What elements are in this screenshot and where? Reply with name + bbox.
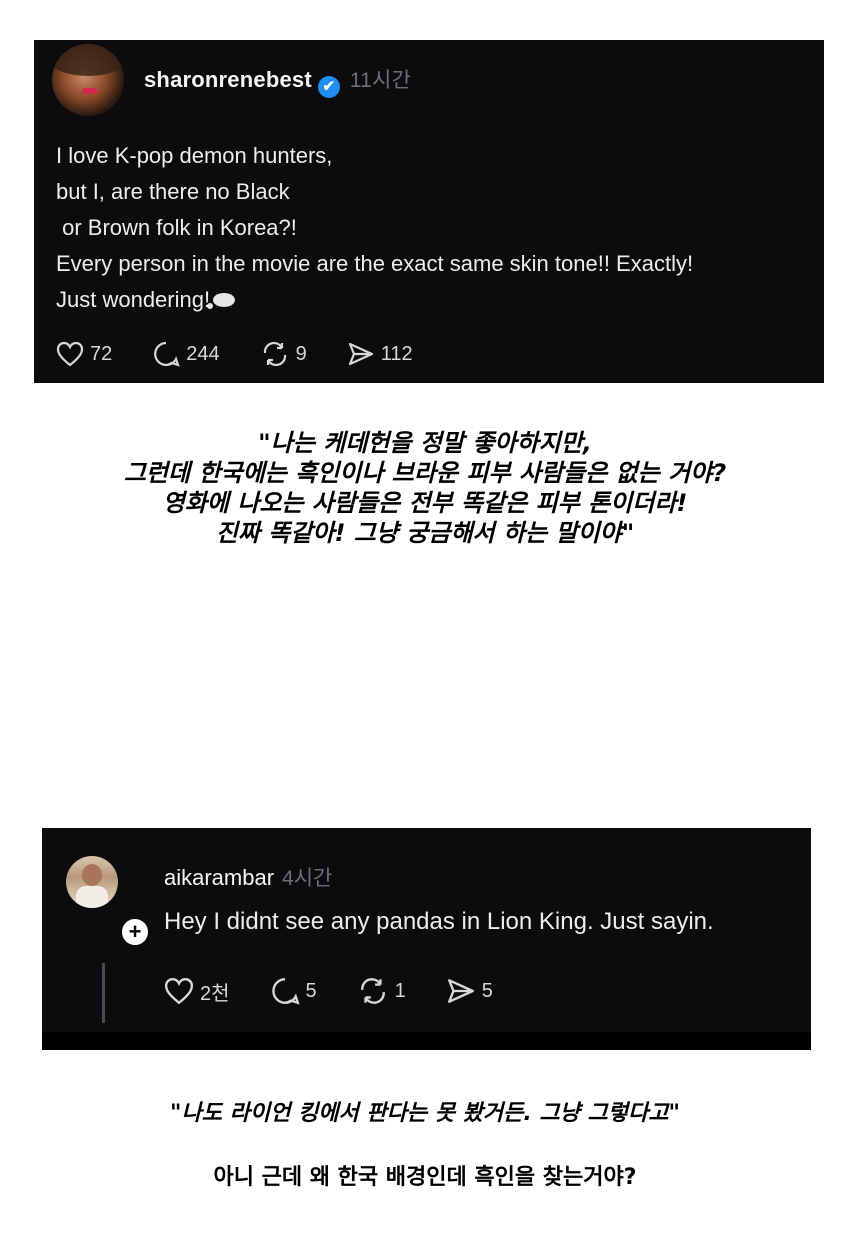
heart-icon (56, 341, 84, 367)
avatar[interactable] (66, 856, 118, 908)
caption-line: 영화에 나오는 사람들은 전부 똑같은 피부 톤이더라! (162, 489, 688, 517)
send-icon (348, 342, 373, 366)
comment-button[interactable]: 5 (270, 976, 317, 1006)
post-header: sharonrenebest ✔ 11시간 (144, 64, 411, 98)
post-line: I love K-pop demon hunters, (56, 143, 333, 168)
thought-bubble-emoji (207, 293, 236, 309)
post-line: or Brown folk in Korea?! (56, 215, 297, 240)
avatar[interactable] (52, 44, 124, 116)
caption-line: "나는 케데헌을 정말 좋아하지만, (258, 429, 592, 457)
like-button[interactable]: 72 (56, 341, 112, 367)
post-line-last: Just wondering! (56, 282, 693, 318)
comment-icon (271, 978, 300, 1005)
repost-icon (263, 341, 286, 367)
heart-icon (164, 978, 194, 1005)
repost-icon (360, 978, 385, 1004)
username[interactable]: sharonrenebest (144, 67, 312, 92)
avatar-dress (76, 886, 108, 908)
send-icon (447, 979, 474, 1003)
comment-count: 244 (186, 342, 220, 365)
thread-line (102, 963, 105, 1023)
action-bar: 2천 5 1 5 (164, 976, 533, 1006)
follow-plus-button[interactable]: + (119, 916, 151, 948)
share-button[interactable]: 5 (446, 977, 493, 1005)
avatar-lips (82, 88, 98, 94)
comment-icon (154, 341, 180, 367)
post-card-aikarambar: + aikarambar 4시간 Hey I didnt see any pand… (42, 828, 811, 1050)
translation-caption: "나는 케데헌을 정말 좋아하지만, 그런데 한국에는 흑인이나 브라운 피부 … (0, 428, 850, 548)
post-card-sharonrenebest: sharonrenebest ✔ 11시간 I love K-pop demon h… (34, 40, 824, 383)
bottom-divider (42, 1032, 811, 1050)
like-count: 2천 (200, 982, 230, 1005)
action-bar: 72 244 9 112 (56, 340, 453, 368)
repost-button[interactable]: 1 (357, 976, 406, 1006)
share-button[interactable]: 112 (347, 341, 413, 367)
repost-count: 1 (394, 979, 406, 1002)
post-time: 11시간 (349, 69, 412, 92)
share-count: 5 (481, 979, 493, 1002)
post-time: 4시간 (282, 867, 333, 890)
repost-button[interactable]: 9 (260, 340, 307, 368)
comment-count: 5 (305, 979, 317, 1002)
like-count: 72 (90, 342, 113, 365)
verified-badge-icon: ✔ (317, 76, 340, 98)
avatar-hair (52, 44, 124, 76)
share-count: 112 (380, 342, 413, 365)
post-header: aikarambar 4시간 (164, 862, 332, 892)
repost-count: 9 (295, 342, 307, 365)
caption-line: 그런데 한국에는 흑인이나 브라운 피부 사람들은 없는 거야? (123, 459, 727, 487)
commentary-caption: 아니 근데 왜 한국 배경인데 흑인을 찾는거야? (213, 1165, 637, 1190)
avatar-face (82, 864, 102, 886)
username[interactable]: aikarambar (164, 865, 274, 890)
translation-caption: "나도 라이언 킹에서 판다는 못 봤거든. 그냥 그렇다고" (170, 1101, 680, 1126)
comment-button[interactable]: 244 (152, 340, 220, 368)
post-line: but I, are there no Black (56, 179, 290, 204)
post-body: I love K-pop demon hunters, but I, are t… (56, 138, 693, 318)
post-line: Just wondering! (56, 287, 211, 312)
post-body: Hey I didnt see any pandas in Lion King.… (164, 908, 714, 935)
caption-line: 진짜 똑같아! 그냥 궁금해서 하는 말이야" (215, 519, 635, 547)
post-line: Every person in the movie are the exact … (56, 251, 694, 276)
like-button[interactable]: 2천 (164, 977, 230, 1006)
